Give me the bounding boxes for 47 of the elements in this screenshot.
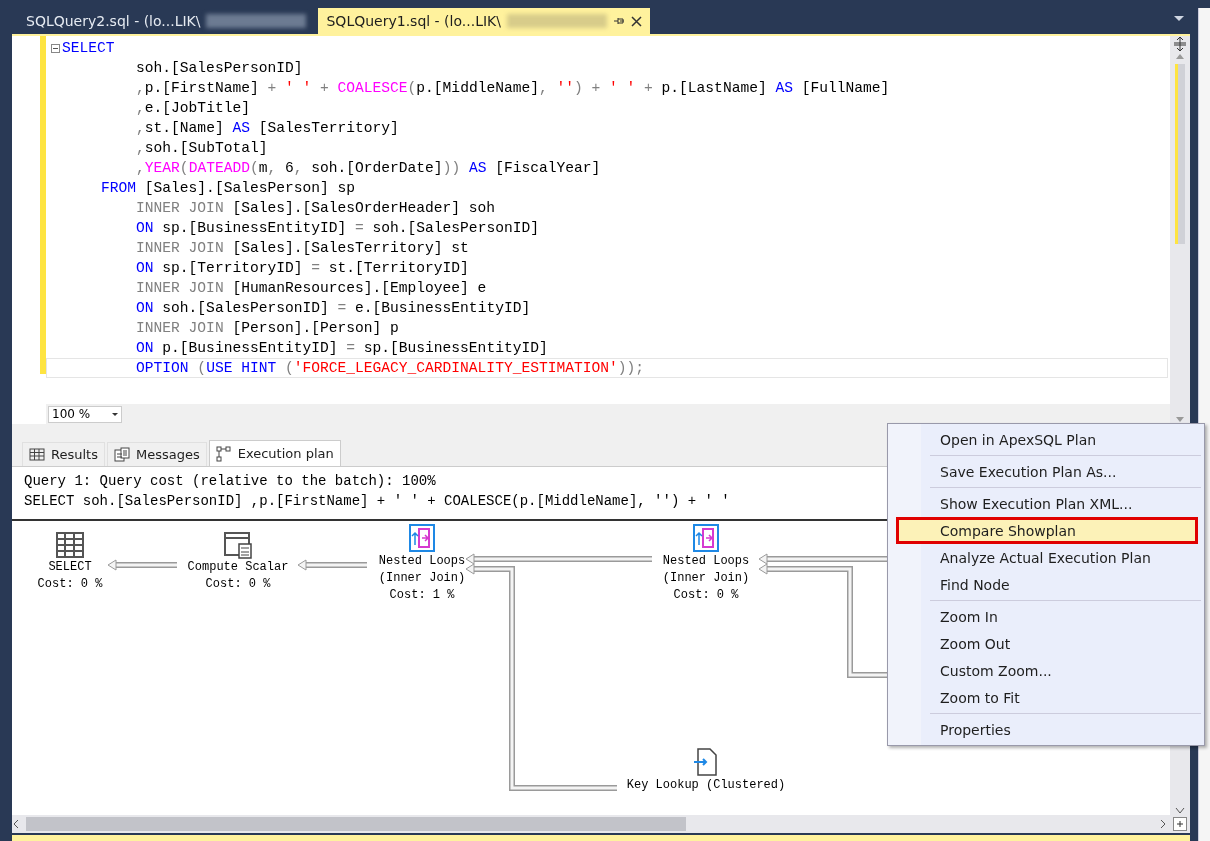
code-line: ,e.[JobTitle] bbox=[135, 100, 250, 116]
plan-node-label: Cost: 1 % bbox=[389, 587, 455, 604]
results-tab[interactable]: Messages bbox=[106, 442, 207, 466]
document-tab[interactable]: SQLQuery2.sql - (lo...LIK\ bbox=[18, 8, 315, 34]
plan-node-label: (Inner Join) bbox=[378, 570, 466, 587]
code-line: INNER JOIN [Person].[Person] p bbox=[135, 320, 399, 336]
menu-item[interactable]: Properties bbox=[896, 716, 1198, 743]
menu-item[interactable]: Show Execution Plan XML... bbox=[896, 490, 1198, 517]
plan-node-label: Cost: 0 % bbox=[37, 576, 103, 593]
code-line: ,YEAR(DATEADD(m, 6, soh.[OrderDate])) AS [FiscalYear] bbox=[135, 160, 601, 176]
plan-node-label: Nested Loops bbox=[662, 553, 750, 570]
query-text: SELECT soh.[SalesPersonID] ,p.[FirstName] + ' ' + COALESCE(p.[MiddleName], '') + ' ' bbox=[24, 492, 730, 511]
plan-node-label: Nested Loops bbox=[378, 553, 466, 570]
code-line: SELECT bbox=[62, 40, 115, 56]
code-line: ,soh.[SubTotal] bbox=[135, 140, 268, 156]
query-text: Query 1: Query cost (relative to the batch): 100% bbox=[24, 472, 436, 491]
plan-node-label: Key Lookup (Clustered) bbox=[626, 777, 786, 794]
code-line: FROM [Sales].[SalesPerson] sp bbox=[100, 180, 355, 196]
code-line: ON sp.[TerritoryID] = st.[TerritoryID] bbox=[135, 260, 469, 276]
menu-item[interactable]: Compare Showplan bbox=[896, 517, 1198, 544]
code-line: INNER JOIN [Sales].[SalesOrderHeader] soh bbox=[135, 200, 496, 216]
menu-item[interactable]: Zoom to Fit bbox=[896, 684, 1198, 711]
menu-item[interactable]: Custom Zoom... bbox=[896, 657, 1198, 684]
zoom-dropdown[interactable]: 100 % bbox=[48, 405, 122, 423]
plan-node-label: Cost: 0 % bbox=[673, 587, 739, 604]
menu-item[interactable]: Find Node bbox=[896, 571, 1198, 598]
plan-node-label: Compute Scalar bbox=[187, 559, 289, 576]
code-line: OPTION (USE HINT ('FORCE_LEGACY_CARDINALITY_ESTIMATION')); bbox=[135, 360, 645, 376]
code-line: ,st.[Name] AS [SalesTerritory] bbox=[135, 120, 399, 136]
menu-item[interactable]: Save Execution Plan As... bbox=[896, 458, 1198, 485]
document-tab[interactable]: SQLQuery1.sql - (lo...LIK\ bbox=[318, 8, 650, 34]
menu-item[interactable]: Zoom In bbox=[896, 603, 1198, 630]
results-tab[interactable]: Results bbox=[22, 442, 105, 466]
code-line: ON p.[BusinessEntityID] = sp.[BusinessEntityID] bbox=[135, 340, 548, 356]
code-line: INNER JOIN [Sales].[SalesTerritory] st bbox=[135, 240, 469, 256]
code-line: ON sp.[BusinessEntityID] = soh.[SalesPersonID] bbox=[135, 220, 539, 236]
code-line: ON soh.[SalesPersonID] = e.[BusinessEntityID] bbox=[135, 300, 531, 316]
code-line: INNER JOIN [HumanResources].[Employee] e bbox=[135, 280, 487, 296]
code-line: soh.[SalesPersonID] bbox=[135, 60, 303, 76]
menu-item[interactable]: Zoom Out bbox=[896, 630, 1198, 657]
results-tab[interactable]: Execution plan bbox=[208, 440, 341, 466]
plan-node-label: (Inner Join) bbox=[662, 570, 750, 587]
code-line: ,p.[FirstName] + ' ' + COALESCE(p.[MiddleName], '') + ' ' + p.[LastName] AS [FullName] bbox=[135, 80, 890, 96]
plan-node-label: Cost: 0 % bbox=[205, 576, 271, 593]
plan-node-label: SELECT bbox=[48, 559, 92, 576]
menu-item[interactable]: Analyze Actual Execution Plan bbox=[896, 544, 1198, 571]
menu-item[interactable]: Open in ApexSQL Plan bbox=[896, 426, 1198, 453]
